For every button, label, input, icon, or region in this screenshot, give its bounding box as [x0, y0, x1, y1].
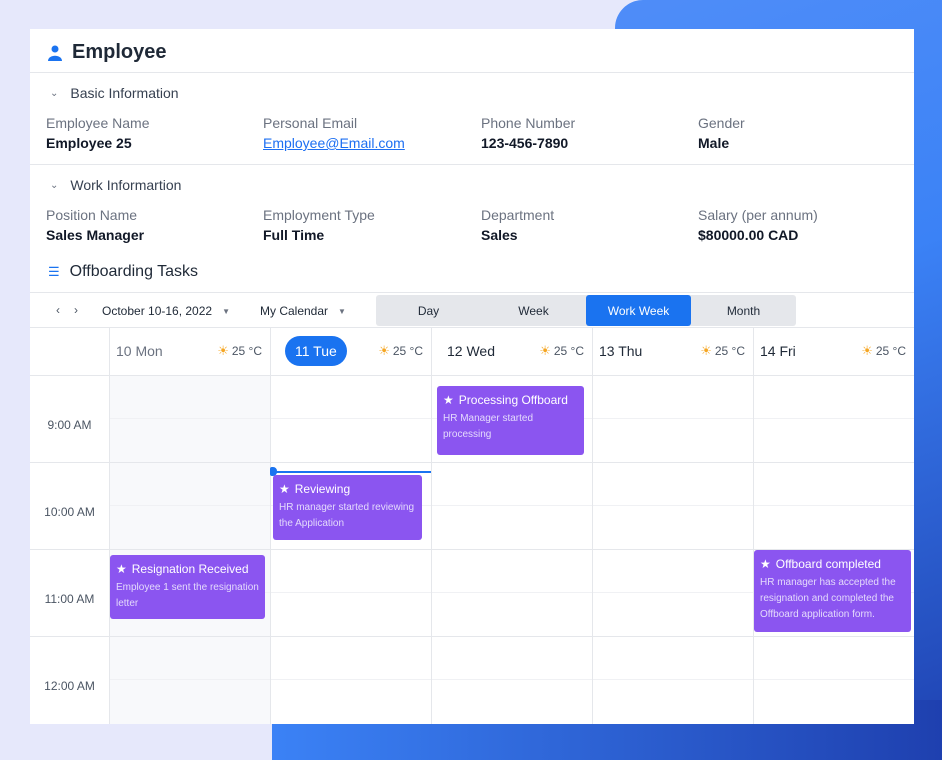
sun-icon: ☀ — [700, 343, 712, 358]
time-label: 9:00 AM — [47, 418, 92, 432]
next-icon[interactable]: › — [74, 303, 78, 317]
department: Sales — [481, 227, 518, 243]
field-label: Position Name — [46, 207, 138, 223]
day-label: 12 Wed — [447, 343, 495, 359]
chevron-down-icon: ⌄ — [50, 179, 59, 191]
day-label: 13 Thu — [599, 343, 643, 359]
temperature: 25 °C — [392, 344, 423, 358]
sun-icon: ☀ — [861, 343, 873, 358]
section-title: Work Informartion — [70, 177, 182, 193]
view-work-week[interactable]: Work Week — [586, 295, 691, 326]
day-header[interactable]: 12 Wed ☀ 25 °C — [431, 327, 592, 375]
time-label: 12:00 AM — [44, 679, 95, 693]
event-title: Processing Offboard — [458, 393, 568, 407]
time-label: 11:00 AM — [44, 592, 95, 606]
chevron-down-icon: ⌄ — [50, 87, 59, 99]
time-label: 10:00 AM — [44, 505, 95, 519]
work-info-toggle[interactable]: ⌄ Work Informartion — [50, 177, 181, 193]
field-label: Employment Type — [263, 207, 375, 223]
day-header-today[interactable]: 11 Tue ☀ 25 °C — [270, 327, 431, 375]
event-title: Offboard completed — [775, 557, 881, 571]
temperature: 25 °C — [231, 344, 262, 358]
page-title: Employee — [48, 41, 166, 64]
field-label: Employee Name — [46, 115, 150, 131]
day-label: 14 Fri — [760, 343, 796, 359]
field-label: Department — [481, 207, 555, 223]
sun-icon: ☀ — [378, 343, 390, 358]
view-day[interactable]: Day — [376, 295, 481, 326]
email-link[interactable]: Employee@Email.com — [263, 135, 405, 151]
day-header[interactable]: 14 Fri ☀ 25 °C — [753, 327, 914, 375]
date-range-text: October 10-16, 2022 — [102, 304, 213, 318]
caret-down-icon: ▼ — [222, 306, 230, 316]
event-card[interactable]: ★ Offboard completed HR manager has accep… — [754, 550, 911, 632]
star-icon: ★ — [443, 393, 454, 407]
prev-icon[interactable]: ‹ — [56, 303, 60, 317]
field-label: Salary (per annum) — [698, 207, 818, 223]
temperature: 25 °C — [875, 344, 906, 358]
temperature: 25 °C — [714, 344, 745, 358]
tasks-title: ☰ Offboarding Tasks — [48, 263, 198, 281]
calendar-grid: 10 Mon ☀ 25 °C 11 Tue ☀ 25 °C 12 Wed ☀ 25 °C 1… — [30, 327, 914, 724]
position-name: Sales Manager — [46, 227, 145, 243]
caret-down-icon: ▼ — [338, 306, 346, 316]
date-range-dropdown[interactable]: October 10-16, 2022 ▼ — [102, 304, 230, 318]
calendar-dropdown[interactable]: My Calendar ▼ — [260, 304, 346, 318]
event-description: HR manager started reviewing the Applica… — [279, 502, 415, 529]
view-switcher: Day Week Work Week Month — [376, 295, 796, 326]
event-title: Resignation Received — [131, 562, 249, 576]
basic-info-toggle[interactable]: ⌄ Basic Information — [50, 85, 179, 101]
view-week[interactable]: Week — [481, 295, 586, 326]
day-header[interactable]: 10 Mon ☀ 25 °C — [109, 327, 270, 375]
current-time-indicator — [270, 471, 431, 473]
gender: Male — [698, 135, 730, 151]
salary: $80000.00 CAD — [698, 227, 799, 243]
star-icon: ★ — [760, 557, 771, 571]
event-card[interactable]: ★ Processing Offboard HR Manager started … — [437, 386, 584, 455]
star-icon: ★ — [279, 482, 290, 496]
event-description: HR Manager started processing — [443, 413, 534, 440]
section-title: Basic Information — [70, 85, 179, 101]
event-description: HR manager has accepted the resignation … — [760, 577, 896, 620]
view-month[interactable]: Month — [691, 295, 796, 326]
day-header[interactable]: 13 Thu ☀ 25 °C — [592, 327, 753, 375]
event-card[interactable]: ★ Reviewing HR manager started reviewing … — [273, 475, 422, 540]
field-label: Phone Number — [481, 115, 576, 131]
field-label: Gender — [698, 115, 745, 131]
sun-icon: ☀ — [217, 343, 229, 358]
temperature: 25 °C — [553, 344, 584, 358]
event-card[interactable]: ★ Resignation Received Employee 1 sent th… — [110, 555, 265, 619]
employee-name: Employee 25 — [46, 135, 132, 151]
day-label: 11 Tue — [285, 336, 347, 366]
employee-card: Employee ⌄ Basic Information Employee Na… — [30, 29, 914, 724]
event-title: Reviewing — [294, 482, 351, 496]
employment-type: Full Time — [263, 227, 325, 243]
page-title-text: Employee — [72, 41, 167, 63]
phone-number: 123-456-7890 — [481, 135, 569, 151]
star-icon: ★ — [116, 562, 127, 576]
tasks-title-text: Offboarding Tasks — [69, 263, 199, 280]
sun-icon: ☀ — [539, 343, 551, 358]
calendar-text: My Calendar — [260, 304, 329, 318]
user-icon — [48, 45, 62, 61]
list-icon: ☰ — [48, 264, 60, 279]
field-label: Personal Email — [263, 115, 358, 131]
day-label: 10 Mon — [116, 343, 163, 359]
event-description: Employee 1 sent the resignation letter — [116, 582, 259, 609]
